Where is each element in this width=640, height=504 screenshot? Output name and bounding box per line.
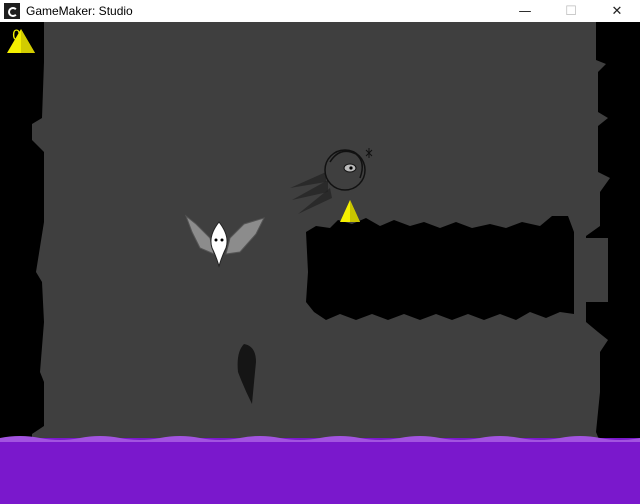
yellow-triangle-gem-icon [7, 29, 35, 53]
minimize-button[interactable]: — [502, 0, 548, 22]
maximize-button[interactable]: ☐ [548, 0, 594, 22]
gem-counter-hud: 0 [6, 28, 35, 53]
gamemaker-app-icon [4, 3, 20, 19]
window-titlebar: GameMaker: Studio — ☐ ✕ [0, 0, 640, 22]
rock-platform [306, 216, 574, 320]
wall-step [575, 238, 608, 302]
acid-pool [0, 438, 640, 504]
close-button[interactable]: ✕ [594, 0, 640, 22]
game-scene [0, 22, 640, 504]
game-viewport[interactable]: 0 [0, 22, 640, 504]
window-title: GameMaker: Studio [26, 4, 133, 18]
